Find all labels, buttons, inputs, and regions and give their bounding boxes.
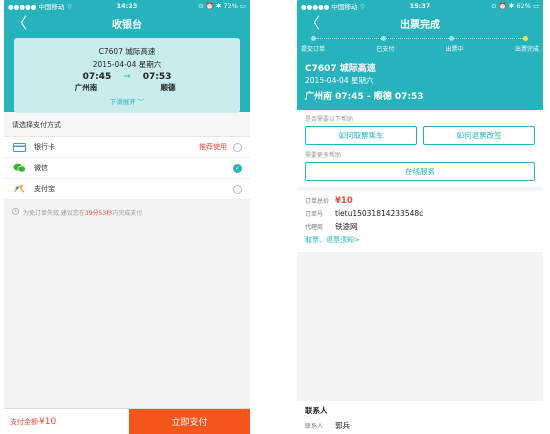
order-total-label: 订单总价 [305,198,330,205]
step-dot-current [523,36,528,41]
payment-label: 支付宝 [34,185,55,193]
page-title: 收银台 [112,19,142,31]
order-total-value: ¥10 [335,195,353,206]
notice-text-post: 内完成支付 [112,210,143,217]
expand-toggle[interactable]: 下滑展开 ﹀ [14,96,240,106]
nav-bar: 〈 收银台 [4,12,250,34]
step-dot [449,36,454,41]
order-progress: 提交订单 已支付 出票中 出票完成 [297,34,543,57]
amount-value: ¥10 [39,416,57,427]
contact-name-value: 郭兵 [335,421,350,430]
back-arrow-icon[interactable]: 〈 [305,14,320,32]
bank-card-icon [12,142,26,152]
pay-bar: 支付金额 ¥10 立即支付 [4,408,250,434]
ticket-rules-link[interactable]: 取票、退票须知> [305,235,360,245]
depart-time: 07:45 [82,72,112,82]
ticket-header: C7607 城际高速 2015-04-04 星期六 07:45 ➞ 07:53 … [4,34,250,113]
train-stations: 广州南 顺德 [14,82,240,93]
agent-value: 铁途网 [335,222,358,231]
from-station: 广州南 [74,83,98,92]
payment-methods: 请选择支付方式 银行卡 推荐使用 微信 ✓ 支付宝 [4,112,250,200]
radio-button[interactable] [233,184,242,194]
train-name: C7607 城际高速 [98,47,156,56]
pay-amount: 支付金额 ¥10 [4,409,129,434]
online-service-button[interactable]: 在线服务 [305,162,535,181]
order-info: 订单总价 ¥10 订单号 tietu15031814233548c 代理商 铁途… [297,191,543,252]
ticket-card: C7607 城际高速 2015-04-04 星期六 07:45 ➞ 07:53 … [14,38,240,113]
payment-label: 银行卡 [34,143,55,151]
payment-option-alipay[interactable]: 支付宝 [4,179,250,200]
contact-heading: 联系人 [305,406,328,415]
train-date: 2015-04-04 星期六 [305,76,374,85]
train-date: 2015-04-04 星期六 [92,60,162,69]
arrive-time: 07:53 [142,72,172,82]
page-title: 出票完成 [400,19,440,31]
progress-track [313,38,527,39]
help-section: 是否需要以下帮助 如何取票乘车 如何退票改签 需要更多帮助 在线服务 [297,110,543,187]
clock: 14:23 [116,2,138,10]
contact-section: 联系人 联系人 郭兵 [297,401,543,434]
radio-button[interactable] [233,142,242,152]
step-label: 提交订单 [301,46,326,53]
help-hint: 是否需要以下帮助 [305,116,354,123]
alipay-icon [12,185,26,194]
payment-option-wechat[interactable]: 微信 ✓ [4,158,250,179]
train-route: 广州南 07:45 - 顺德 07:53 [305,92,424,102]
payment-notice: 为免订单失效,建议您在 39分53秒 内完成支付 [4,200,250,225]
back-arrow-icon[interactable]: 〈 [12,14,27,32]
step-dot [381,36,386,41]
status-bar: ●●●●● 中国移动 ⌔ 15:37 ⊙ ⏰ ✱ 62% ▭ [297,0,543,12]
to-station: 顺德 [160,83,176,92]
train-name: C7607 城际高速 [305,64,376,74]
trip-summary: C7607 城际高速 2015-04-04 星期六 广州南 07:45 - 顺德… [297,57,543,110]
how-to-pickup-button[interactable]: 如何取票乘车 [305,126,417,145]
left-phone-screen: ●●●●● 中国移动 ⌔ 14:23 ⊙ ⏰ ✱ 72% ▭ 〈 收银台 C76… [4,0,250,434]
step-label: 出票中 [445,46,464,53]
step-label: 已支付 [376,46,395,53]
notice-text-pre: 为免订单失效,建议您在 [23,210,85,217]
more-help-hint: 需要更多帮助 [305,152,342,159]
agent-label: 代理商 [305,224,324,231]
amount-label: 支付金额 [10,417,38,426]
arrow-right-icon: ➞ [123,72,131,82]
clock: 15:37 [409,2,431,10]
how-to-refund-button[interactable]: 如何退票改签 [423,126,535,145]
wechat-icon [12,163,26,173]
step-dot [311,36,316,41]
contact-name-label: 联系人 [305,423,324,430]
pay-now-button[interactable]: 立即支付 [129,409,250,434]
nav-bar: 〈 出票完成 [297,12,543,34]
recommended-tag: 推荐使用 [199,143,227,151]
payment-label: 微信 [34,164,48,172]
train-times: 07:45 ➞ 07:53 [14,72,240,82]
countdown-time: 39分53秒 [84,210,113,217]
progress-steps: 提交订单 已支付 出票中 出票完成 [297,44,543,53]
status-bar: ●●●●● 中国移动 ⌔ 14:23 ⊙ ⏰ ✱ 72% ▭ [4,0,250,12]
right-phone-screen: ●●●●● 中国移动 ⌔ 15:37 ⊙ ⏰ ✱ 62% ▭ 〈 出票完成 提交… [297,0,543,434]
step-label: 出票完成 [514,46,539,53]
radio-button-checked[interactable]: ✓ [233,163,242,173]
payment-option-bankcard[interactable]: 银行卡 推荐使用 [4,137,250,158]
order-number-value: tietu15031814233548c [335,209,424,218]
payment-heading: 请选择支付方式 [4,112,250,137]
order-number-label: 订单号 [305,211,324,218]
clock-icon [12,208,19,217]
